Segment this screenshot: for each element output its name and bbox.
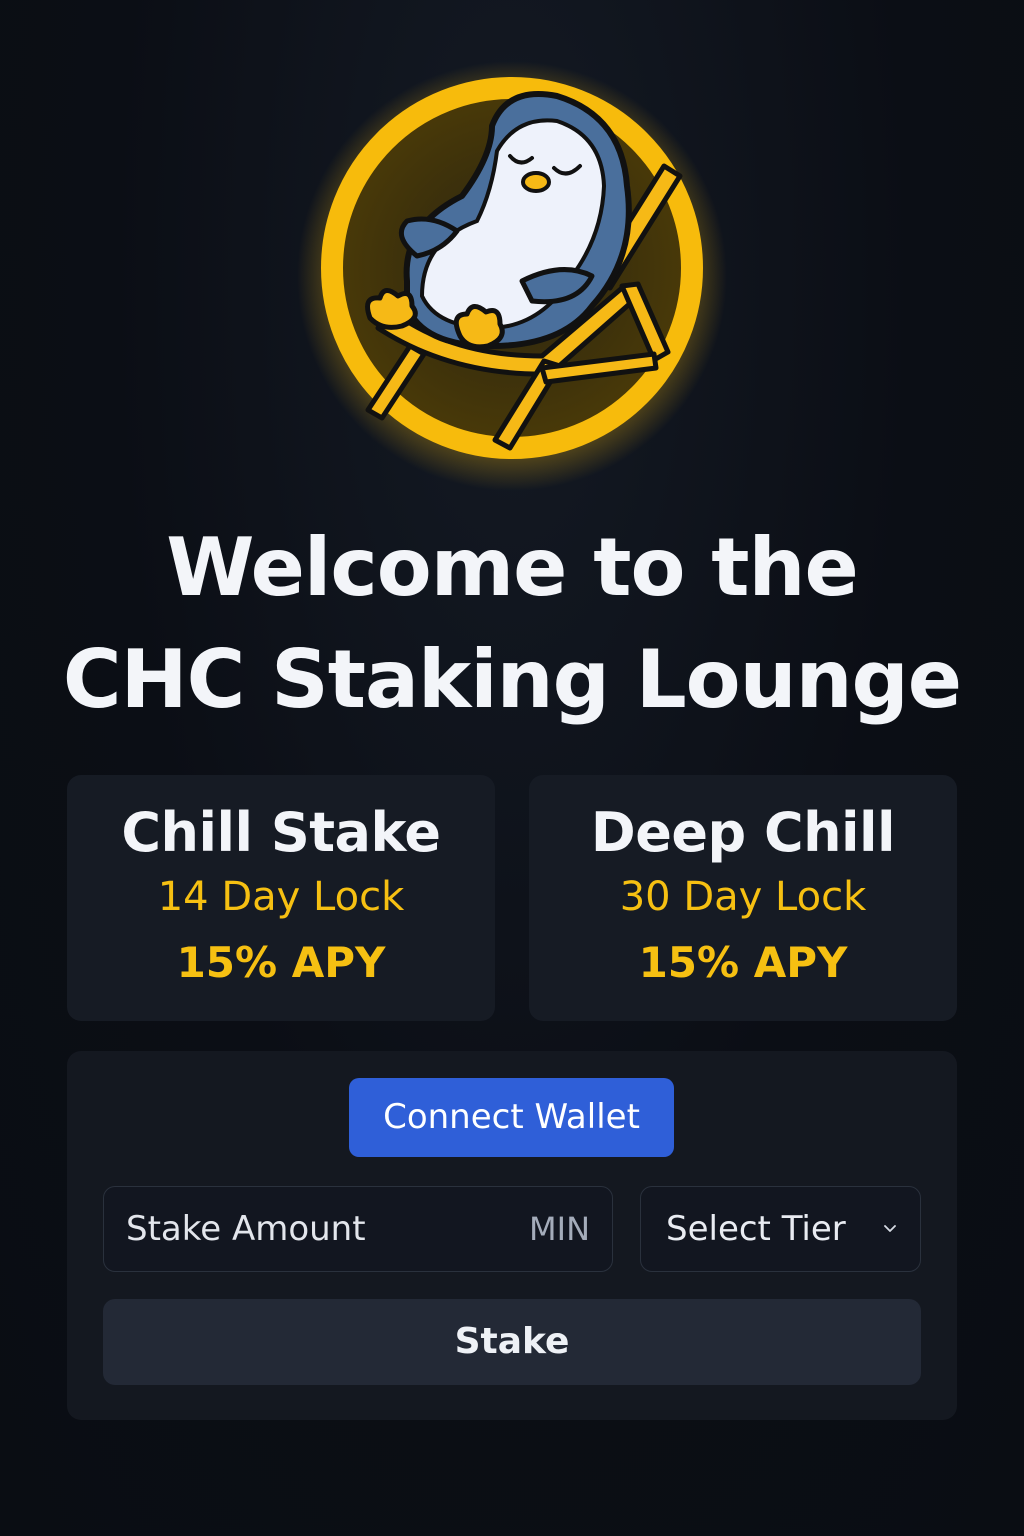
tier-name: Chill Stake: [121, 801, 441, 864]
tier-card-chill-stake[interactable]: Chill Stake 14 Day Lock 15% APY: [67, 775, 495, 1021]
tier-apy: 15% APY: [638, 938, 848, 987]
chevron-down-icon: [884, 1225, 896, 1232]
page-title-line-2: CHC Staking Lounge: [62, 633, 962, 726]
page-title: Welcome to the CHC Staking Lounge: [0, 512, 1024, 736]
staking-page: Welcome to the CHC Staking Lounge Chill …: [0, 0, 1024, 1536]
tier-lock-period: 14 Day Lock: [157, 874, 405, 920]
page-title-line-1: Welcome to the: [166, 521, 858, 614]
stake-amount-field[interactable]: MIN: [103, 1186, 613, 1272]
tier-select-dropdown[interactable]: Select Tier: [640, 1186, 921, 1272]
tier-card-deep-chill[interactable]: Deep Chill 30 Day Lock 15% APY: [529, 775, 957, 1021]
stake-amount-input[interactable]: [126, 1187, 506, 1271]
min-button[interactable]: MIN: [529, 1187, 590, 1271]
stake-button[interactable]: Stake: [103, 1299, 921, 1385]
stake-panel: Connect Wallet MIN Select Tier Stake: [67, 1051, 957, 1420]
connect-wallet-button[interactable]: Connect Wallet: [349, 1078, 674, 1157]
tier-apy: 15% APY: [176, 938, 386, 987]
tier-lock-period: 30 Day Lock: [619, 874, 867, 920]
tier-select-label: Select Tier: [666, 1209, 846, 1249]
penguin-logo-icon: [292, 56, 732, 496]
tier-name: Deep Chill: [590, 801, 896, 864]
